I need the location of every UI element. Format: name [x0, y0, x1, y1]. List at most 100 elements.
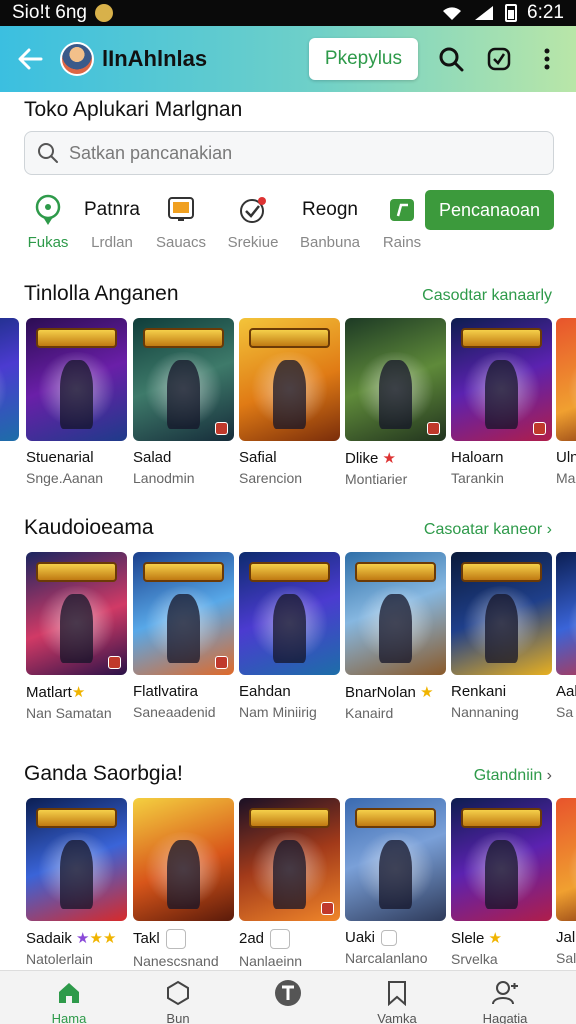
app-name: Takl	[133, 929, 234, 949]
app-title: lInAhlnlas	[102, 46, 208, 71]
app-cover-art	[26, 798, 127, 921]
app-card[interactable]: Eahdan Nam Miniirig	[239, 552, 340, 720]
app-row: Sadaik ★★★ Natolerlain Takl Nanescsnand 2a…	[0, 798, 576, 968]
nav-label: Hama	[51, 1011, 87, 1024]
nav-hagatia[interactable]: Hagatia	[460, 979, 550, 1024]
app-cover-art	[239, 552, 340, 675]
app-name: BnarNolan ★	[345, 684, 434, 701]
nav-bun[interactable]: Bun	[133, 979, 223, 1024]
section-see-more-link[interactable]: Gtandniin ›	[474, 767, 552, 785]
section-title: Kaudoioeama	[24, 516, 154, 539]
chevron-right-icon: ›	[546, 767, 552, 784]
star-icon: ★	[420, 684, 434, 701]
app-subtitle: Saneaadenid	[133, 704, 216, 720]
category-label: Lrdlan	[91, 234, 133, 251]
category-label: Banbuna	[299, 234, 361, 251]
app-avatar[interactable]	[60, 42, 94, 76]
app-subtitle: Nan Samatan	[26, 705, 112, 721]
wifi-icon	[443, 7, 462, 21]
corner-badge-icon	[108, 656, 121, 669]
battery-icon	[505, 4, 518, 22]
back-arrow-icon[interactable]	[14, 43, 46, 75]
app-name: Stuenarial	[0, 449, 19, 466]
nav-label: Hagatia	[482, 1011, 528, 1024]
app-subtitle: Montiarier	[345, 471, 408, 487]
search-bar[interactable]	[24, 131, 554, 175]
app-card[interactable]: Haloarn Tarankin	[451, 318, 552, 486]
app-cover-art	[26, 552, 127, 675]
nav-label: Bun	[166, 1011, 190, 1024]
app-subtitle: Lanodmin	[133, 470, 195, 486]
nav-center[interactable]	[243, 979, 333, 1011]
app-cover-art	[556, 552, 576, 675]
app-name: Slele ★	[451, 930, 502, 947]
app-card[interactable]: Dlike ★ Montiarier	[345, 318, 446, 487]
clock-text: 6:21	[527, 2, 564, 23]
app-subtitle: Snge.Aanan	[26, 470, 104, 486]
app-card[interactable]: Uln Ma	[556, 318, 576, 486]
app-card[interactable]: Matlart★ Nan Samatan	[26, 552, 127, 721]
star-icon: ★	[382, 450, 396, 467]
app-card[interactable]: Salad Lanodmin	[133, 318, 234, 486]
app-card[interactable]: Safial Sarencion	[239, 318, 340, 486]
corner-badge-icon	[533, 422, 546, 435]
nav-vamka[interactable]: Vamka	[352, 979, 442, 1024]
app-card[interactable]: 2ad Nanlaeinn	[239, 798, 340, 968]
search-icon[interactable]	[436, 44, 466, 74]
app-cover-art	[345, 552, 446, 675]
category-banbuna[interactable]: Reogn Banbuna	[290, 190, 370, 251]
app-subtitle: Kanaird	[345, 705, 394, 721]
category-cta-button[interactable]: Pencanaoan	[425, 190, 554, 230]
app-card[interactable]: Renkani Nannaning	[451, 552, 552, 720]
app-card[interactable]: Uaki Narcalanlano	[345, 798, 446, 966]
emoji-icon	[95, 4, 113, 22]
app-name: Jal	[556, 929, 576, 946]
search-icon	[38, 143, 58, 163]
app-card[interactable]: Jal Sal	[556, 798, 576, 966]
app-name: Uln	[556, 449, 576, 466]
app-subtitle: Natolerlain	[26, 951, 93, 967]
section-see-more-link[interactable]: Casoatar kaneor ›	[424, 521, 552, 539]
nav-label: Vamka	[377, 1011, 417, 1024]
app-subtitle: Sarencion	[239, 470, 303, 486]
action-pill-button[interactable]: Pkepylus	[308, 38, 418, 80]
section-see-more-link[interactable]: Casodtar kanaarly	[422, 287, 552, 305]
app-name: Salad	[133, 449, 172, 466]
app-card[interactable]: Aal Sa	[556, 552, 576, 720]
corner-badge-icon	[215, 656, 228, 669]
more-vert-icon[interactable]	[532, 44, 562, 74]
app-card[interactable]: BnarNolan ★ Kanaird	[345, 552, 446, 721]
app-card[interactable]: Stuenarial Snge.Aanan	[26, 318, 127, 486]
app-mini-icon	[381, 930, 398, 947]
app-subtitle: Tarankin	[451, 470, 504, 486]
app-card[interactable]: Takl Nanescsnand	[133, 798, 234, 968]
search-input[interactable]	[69, 142, 529, 164]
corner-badge-icon	[427, 422, 440, 435]
nav-home[interactable]: Hama	[24, 979, 114, 1024]
app-card[interactable]: Stuenarial Snge.Aanan	[0, 318, 19, 486]
app-cover-art	[133, 552, 234, 675]
app-cover-art	[133, 318, 234, 441]
category-big-text: Patnra	[84, 199, 140, 220]
carrier-text: Sio!t 6ng	[12, 2, 87, 23]
app-subtitle: Nanlaeinn	[239, 953, 303, 968]
app-subtitle: Ma	[556, 470, 576, 486]
signal-icon	[475, 6, 494, 20]
app-name: Matlart★	[26, 684, 86, 701]
category-sauacs[interactable]: Sauacs	[141, 190, 221, 251]
category-lrdlan[interactable]: Patnra Lrdlan	[72, 190, 152, 251]
app-name: Flatlvatira	[133, 683, 199, 700]
section-title: Tinlolla Anganen	[24, 282, 179, 305]
star-icon: ★	[76, 930, 90, 947]
category-srekiue[interactable]: Srekiue	[213, 190, 293, 251]
chevron-right-icon: ›	[546, 521, 552, 538]
verified-icon[interactable]	[484, 44, 514, 74]
status-bar: Sio!t 6ng 6:21	[0, 0, 576, 26]
app-name: Eahdan	[239, 683, 291, 700]
app-card[interactable]: Slele ★ Srvelka	[451, 798, 552, 967]
app-cover-art	[133, 798, 234, 921]
app-card[interactable]: Sadaik ★★★ Natolerlain	[26, 798, 127, 967]
profile-icon	[460, 979, 550, 1007]
app-name: Safial	[239, 449, 277, 466]
app-card[interactable]: Flatlvatira Saneaadenid	[133, 552, 234, 720]
